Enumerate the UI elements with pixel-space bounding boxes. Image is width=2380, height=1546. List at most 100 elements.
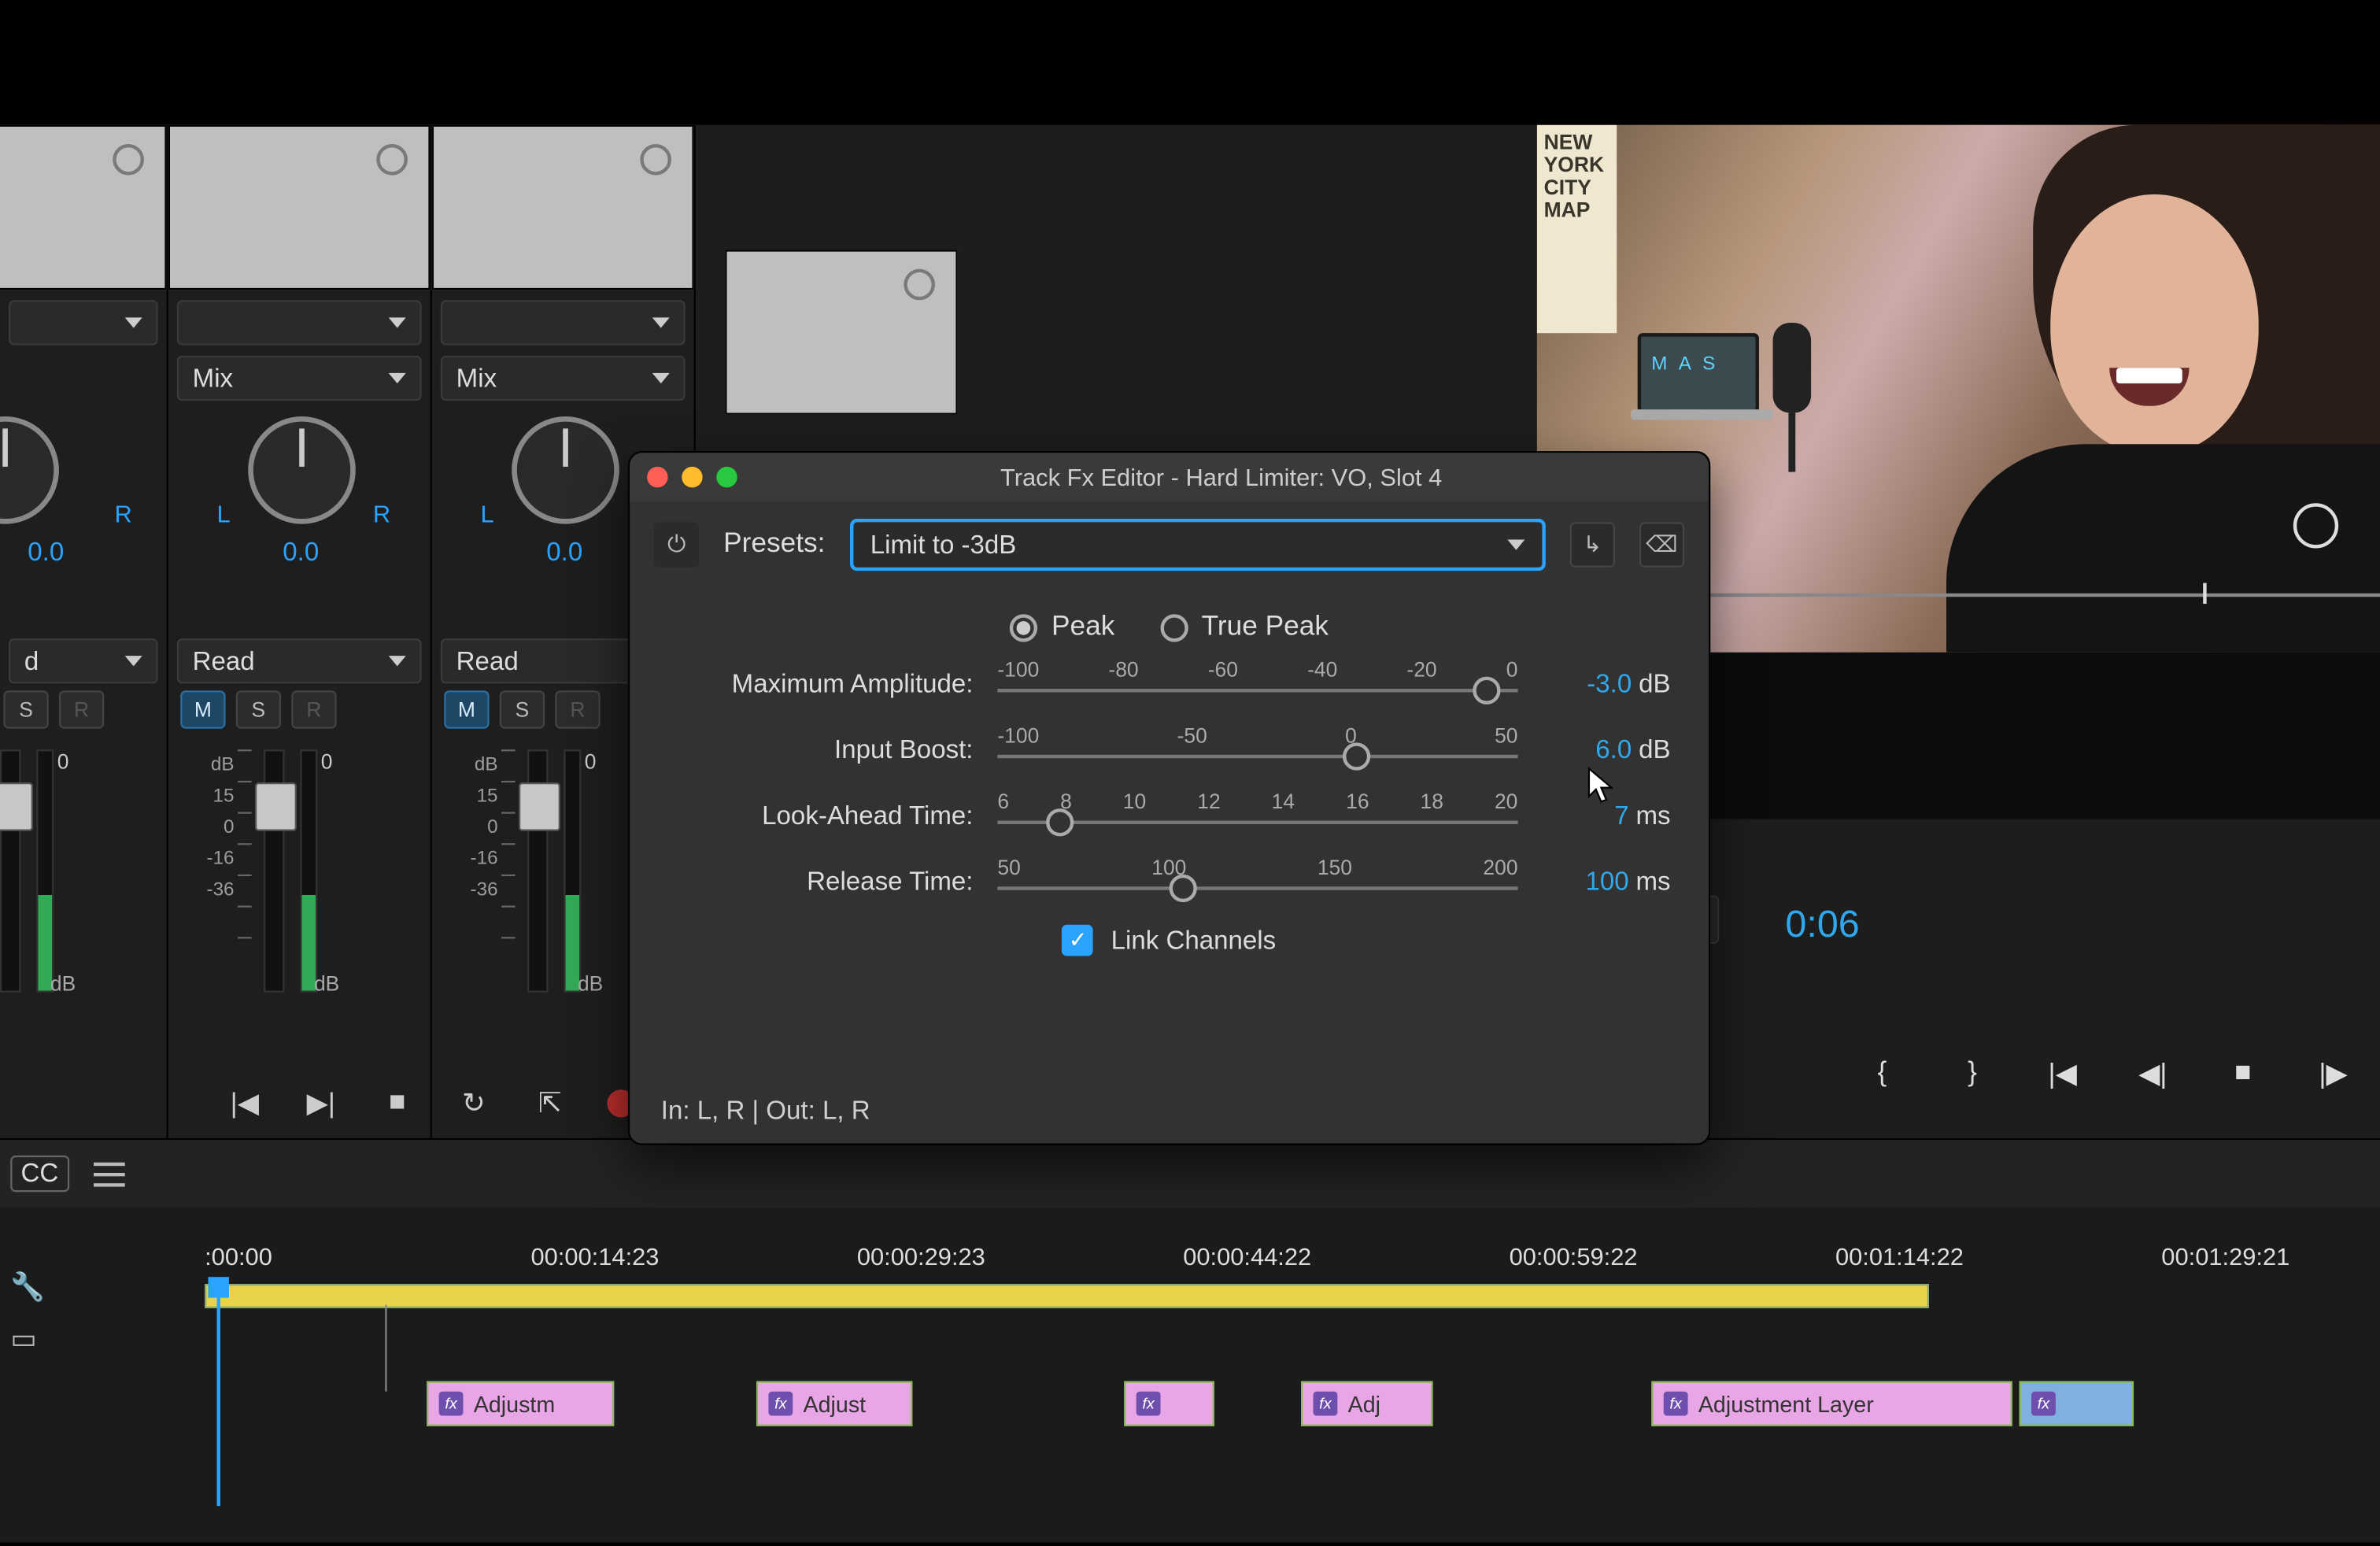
go-to-in-icon[interactable]: |◀ — [2043, 1055, 2081, 1093]
mix-dropdown[interactable]: Mix — [441, 356, 686, 401]
video-track[interactable]: fxAdjustmfxAdjustfxfxAdjfxAdjustment Lay… — [205, 1381, 2380, 1433]
pan-knob[interactable] — [248, 416, 356, 524]
go-to-in-icon[interactable]: |◀ — [226, 1085, 264, 1123]
param-label: Input Boost: — [668, 734, 974, 764]
fx-slot[interactable] — [725, 250, 957, 414]
step-forward-icon[interactable]: |▶ — [2314, 1055, 2352, 1093]
send-dropdown[interactable] — [9, 300, 158, 345]
window-minimize-icon[interactable] — [682, 467, 702, 487]
param-row: Maximum Amplitude:-100-80-60-40-200-3.0d… — [668, 657, 1671, 709]
record-button[interactable]: R — [555, 690, 600, 728]
work-area-bar[interactable] — [205, 1284, 1929, 1308]
out-timecode[interactable]: 0:06 — [1785, 902, 1859, 947]
timeline-clip[interactable]: fx — [1124, 1381, 1214, 1426]
fx-bypass-dot[interactable] — [376, 144, 408, 176]
fx-bypass-dot[interactable] — [904, 269, 935, 301]
slider-handle[interactable] — [1343, 742, 1370, 770]
param-value[interactable]: 6.0dB — [1542, 734, 1670, 764]
pan-knob[interactable] — [0, 416, 59, 524]
fx-slot[interactable] — [0, 125, 167, 290]
sidechain-icon[interactable]: ↳ — [1570, 522, 1615, 567]
slider-handle[interactable] — [1170, 875, 1197, 902]
automation-value: Read — [456, 646, 519, 675]
wrench-icon[interactable]: 🔧 — [10, 1270, 62, 1311]
peak-radio[interactable]: Peak — [1010, 612, 1114, 644]
fx-power-button[interactable]: ⏻ — [654, 522, 699, 567]
timeline-clip[interactable]: fxAdjustment Layer — [1651, 1381, 2012, 1426]
pan-knob[interactable] — [512, 416, 619, 524]
clip-label: Adj — [1348, 1391, 1380, 1417]
param-slider[interactable]: -100-80-60-40-200 — [997, 657, 1517, 709]
link-channels-checkbox[interactable]: ✓ — [1062, 925, 1094, 956]
stop-icon[interactable]: ■ — [378, 1085, 416, 1123]
param-value[interactable]: 7ms — [1542, 801, 1670, 830]
pan-value[interactable]: 0.0 — [546, 538, 582, 567]
fx-slot[interactable] — [432, 125, 694, 290]
captions-icon[interactable]: ▭ — [10, 1322, 62, 1364]
go-to-out-icon[interactable]: ▶| — [302, 1085, 340, 1123]
dialog-titlebar[interactable]: Track Fx Editor - Hard Limiter: VO, Slot… — [630, 453, 1709, 501]
volume-fader[interactable] — [264, 749, 284, 993]
delete-preset-icon[interactable]: ⌫ — [1639, 522, 1684, 567]
mark-in-icon[interactable]: { — [1863, 1055, 1901, 1093]
limiter-mode-group: Peak True Peak — [630, 612, 1709, 644]
time-mark: 00:00:14:23 — [530, 1242, 856, 1280]
fx-badge-icon: fx — [2031, 1392, 2056, 1416]
slider-handle[interactable] — [1047, 808, 1074, 836]
time-mark: :00:00 — [205, 1242, 530, 1280]
mute-button[interactable]: M — [444, 690, 489, 728]
loop-icon[interactable]: ↻ — [454, 1085, 492, 1123]
stop-icon[interactable]: ■ — [2224, 1055, 2262, 1093]
timeline-clip[interactable]: fxAdj — [1301, 1381, 1433, 1426]
export-icon[interactable]: ⇱ — [530, 1085, 568, 1123]
send-dropdown[interactable] — [441, 300, 686, 345]
volume-fader[interactable] — [0, 749, 20, 993]
panel-tab-bar: CC — [0, 1138, 2380, 1208]
automation-dropdown[interactable]: Read — [177, 638, 422, 683]
fx-slot[interactable] — [168, 125, 431, 290]
mark-out-icon[interactable]: } — [1953, 1055, 1991, 1093]
timeline-clip[interactable]: fxAdjustm — [427, 1381, 614, 1426]
fx-bypass-dot[interactable] — [113, 144, 144, 176]
true-peak-radio[interactable]: True Peak — [1160, 612, 1329, 644]
fader-handle[interactable] — [519, 782, 560, 831]
pan-value[interactable]: 0.0 — [28, 538, 64, 567]
fader-handle[interactable] — [0, 782, 33, 831]
record-button[interactable]: R — [291, 690, 336, 728]
pan-right-label: R — [373, 500, 390, 527]
volume-fader[interactable] — [527, 749, 548, 993]
timeline-clip[interactable]: fx — [2020, 1381, 2134, 1426]
mixer-strip: R 0.0 d S R 0 dB — [0, 125, 168, 1140]
panel-menu-icon[interactable] — [93, 1162, 124, 1186]
time-mark: 00:00:29:23 — [857, 1242, 1183, 1280]
captions-button[interactable]: CC — [10, 1156, 68, 1192]
preset-dropdown[interactable]: Limit to -3dB — [849, 519, 1546, 571]
mute-button[interactable]: M — [180, 690, 225, 728]
param-slider[interactable]: 50100150200 — [997, 856, 1517, 908]
automation-dropdown[interactable]: d — [9, 638, 158, 683]
send-dropdown[interactable] — [177, 300, 422, 345]
param-value[interactable]: -3.0dB — [1542, 669, 1670, 698]
timeline-clip[interactable]: fxAdjust — [756, 1381, 912, 1426]
fx-bypass-dot[interactable] — [640, 144, 671, 176]
time-ruler[interactable]: :00:00 00:00:14:23 00:00:29:23 00:00:44:… — [205, 1242, 2380, 1280]
solo-button[interactable]: S — [500, 690, 545, 728]
param-slider[interactable]: -100-50050 — [997, 723, 1517, 775]
mix-dropdown[interactable]: Mix — [177, 356, 422, 401]
param-value[interactable]: 100ms — [1542, 867, 1670, 896]
dialog-title: Track Fx Editor - Hard Limiter: VO, Slot… — [751, 463, 1691, 490]
pan-value[interactable]: 0.0 — [283, 538, 319, 567]
chevron-down-icon — [652, 317, 670, 327]
playhead-handle[interactable] — [208, 1277, 228, 1297]
slider-ticks: 50100150200 — [997, 856, 1517, 880]
fader-handle[interactable] — [255, 782, 297, 831]
solo-button[interactable]: S — [3, 690, 48, 728]
param-slider[interactable]: 68101214161820 — [997, 790, 1517, 841]
window-close-icon[interactable] — [647, 467, 667, 487]
slider-handle[interactable] — [1473, 677, 1500, 705]
param-label: Look-Ahead Time: — [668, 801, 974, 830]
step-back-icon[interactable]: ◀| — [2134, 1055, 2171, 1093]
record-button[interactable]: R — [59, 690, 104, 728]
window-zoom-icon[interactable] — [716, 467, 737, 487]
solo-button[interactable]: S — [236, 690, 281, 728]
